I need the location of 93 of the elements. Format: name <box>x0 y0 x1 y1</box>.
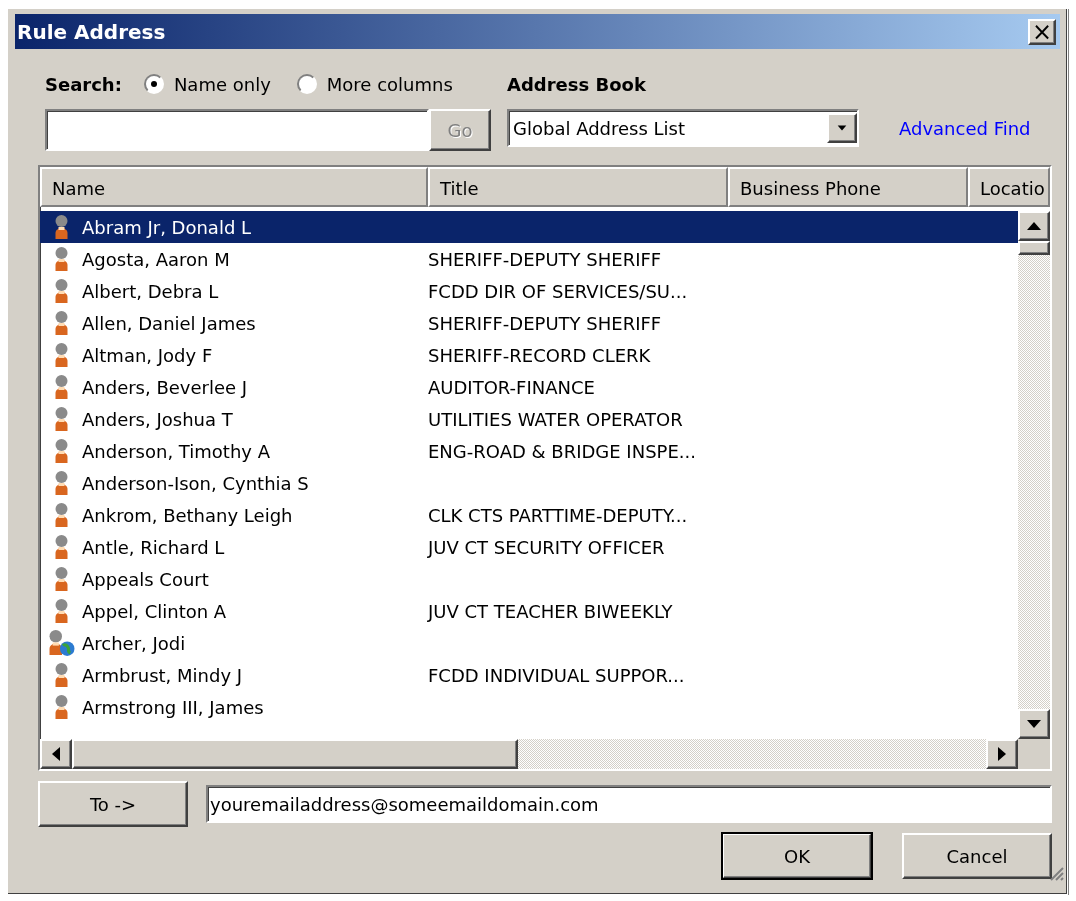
user-icon <box>55 215 68 239</box>
scroll-thumb[interactable] <box>72 739 518 769</box>
recipient-field[interactable]: youremailaddress@someemaildomain.com <box>206 785 1052 823</box>
scroll-left-button[interactable] <box>40 739 72 769</box>
contact-name: Albert, Debra L <box>82 279 219 304</box>
scroll-up-button[interactable] <box>1018 211 1050 241</box>
contact-title: SHERIFF-DEPUTY SHERIFF <box>428 247 662 272</box>
contact-title: UTILITIES WATER OPERATOR <box>428 407 683 432</box>
list-row[interactable]: Agosta, Aaron M SHERIFF-DEPUTY SHERIFF <box>40 243 1018 275</box>
contact-title: CLK CTS PARTTIME-DEPUTY... <box>428 503 688 528</box>
list-row[interactable]: Albert, Debra L FCDD DIR OF SERVICES/SU... <box>40 275 1018 307</box>
resize-grip-icon <box>1048 865 1064 881</box>
list-row[interactable]: Anders, Joshua T UTILITIES WATER OPERATOR <box>40 403 1018 435</box>
advanced-find-link[interactable]: Advanced Find <box>899 114 1031 142</box>
horizontal-scrollbar[interactable] <box>40 739 1050 769</box>
list-row[interactable]: Abram Jr, Donald L <box>40 211 1018 243</box>
up-arrow-icon <box>1027 222 1041 230</box>
list-row[interactable]: Archer, Jodi <box>40 627 1018 659</box>
search-field[interactable] <box>45 109 429 151</box>
list-row[interactable]: Appel, Clinton A JUV CT TEACHER BIWEEKLY <box>40 595 1018 627</box>
list-row[interactable]: Anderson-Ison, Cynthia S <box>40 467 1018 499</box>
user-icon <box>55 439 68 463</box>
list-row[interactable]: Anderson, Timothy A ENG-ROAD & BRIDGE INSPE... <box>40 435 1018 467</box>
contact-name: Allen, Daniel James <box>82 311 256 336</box>
down-arrow-icon <box>1027 720 1041 728</box>
contact-title: FCDD INDIVIDUAL SUPPOR... <box>428 663 685 688</box>
contact-name: Archer, Jodi <box>82 631 186 656</box>
user-icon <box>55 695 68 719</box>
user-icon <box>55 343 68 367</box>
right-arrow-icon <box>998 747 1006 761</box>
user-icon <box>55 311 68 335</box>
scroll-down-button[interactable] <box>1018 709 1050 739</box>
contact-name: Anders, Joshua T <box>82 407 233 432</box>
search-label: Search: <box>45 72 122 97</box>
list-row[interactable]: Anders, Beverlee J AUDITOR-FINANCE <box>40 371 1018 403</box>
close-button[interactable]: × <box>1028 18 1056 45</box>
user-globe-icon <box>48 630 76 656</box>
user-icon <box>55 503 68 527</box>
left-arrow-icon <box>52 747 60 761</box>
dialog-button[interactable]: OK <box>722 833 872 879</box>
address-book-label: Address Book <box>507 72 646 97</box>
contact-title: JUV CT SECURITY OFFICER <box>428 535 665 560</box>
address-book-dropdown[interactable]: Global Address List <box>507 109 859 147</box>
dialog-button[interactable]: Cancel <box>902 833 1052 879</box>
vertical-scrollbar[interactable] <box>1018 211 1050 739</box>
list-row[interactable]: Altman, Jody F SHERIFF-RECORD CLERK <box>40 339 1018 371</box>
user-icon <box>55 471 68 495</box>
list-row[interactable]: Antle, Richard L JUV CT SECURITY OFFICER <box>40 531 1018 563</box>
list-row[interactable]: Allen, Daniel James SHERIFF-DEPUTY SHERIFF <box>40 307 1018 339</box>
contact-name: Appel, Clinton A <box>82 599 227 624</box>
contact-title: SHERIFF-RECORD CLERK <box>428 343 651 368</box>
contact-title: SHERIFF-DEPUTY SHERIFF <box>428 311 662 336</box>
user-icon <box>55 247 68 271</box>
column-header[interactable]: Business Phone <box>728 167 968 207</box>
radio-button[interactable] <box>296 74 317 94</box>
radio-label: Name only <box>173 72 271 97</box>
contact-name: Ankrom, Bethany Leigh <box>82 503 293 528</box>
contact-name: Agosta, Aaron M <box>82 247 230 272</box>
contact-name: Altman, Jody F <box>82 343 213 368</box>
contact-name: Anders, Beverlee J <box>82 375 248 400</box>
list-row[interactable]: Armstrong III, James <box>40 691 1018 723</box>
list-row[interactable]: Appeals Court <box>40 563 1018 595</box>
window-title: Rule Address <box>17 18 166 46</box>
dropdown-value: Global Address List <box>513 116 686 141</box>
user-icon <box>55 663 68 687</box>
contact-name: Anderson-Ison, Cynthia S <box>82 471 309 496</box>
user-icon <box>55 599 68 623</box>
contact-title: JUV CT TEACHER BIWEEKLY <box>428 599 673 624</box>
user-icon <box>55 375 68 399</box>
list-row[interactable]: Ankrom, Bethany Leigh CLK CTS PARTTIME-DEPUTY... <box>40 499 1018 531</box>
radio-button[interactable] <box>143 74 164 94</box>
contact-name: Antle, Richard L <box>82 535 225 560</box>
contact-name: Anderson, Timothy A <box>82 439 270 464</box>
user-icon <box>55 279 68 303</box>
contact-name: Armbrust, Mindy J <box>82 663 243 688</box>
contact-title: ENG-ROAD & BRIDGE INSPE... <box>428 439 696 464</box>
scroll-thumb[interactable] <box>1018 241 1050 255</box>
contact-name: Armstrong III, James <box>82 695 264 720</box>
user-icon <box>55 535 68 559</box>
column-header[interactable]: Title <box>428 167 728 207</box>
contact-title: AUDITOR-FINANCE <box>428 375 595 400</box>
radio-label: More columns <box>326 72 453 97</box>
contact-name: Appeals Court <box>82 567 209 592</box>
contact-title: FCDD DIR OF SERVICES/SU... <box>428 279 688 304</box>
column-header[interactable]: Name <box>40 167 428 207</box>
user-icon <box>55 567 68 591</box>
to-button[interactable]: To -> <box>38 781 188 827</box>
column-header[interactable]: Locatio <box>968 167 1050 207</box>
scrollbar-corner <box>1018 739 1050 769</box>
contact-name: Abram Jr, Donald L <box>82 215 252 240</box>
user-icon <box>55 407 68 431</box>
list-row[interactable]: Armbrust, Mindy J FCDD INDIVIDUAL SUPPOR... <box>40 659 1018 691</box>
scroll-right-button[interactable] <box>986 739 1018 769</box>
